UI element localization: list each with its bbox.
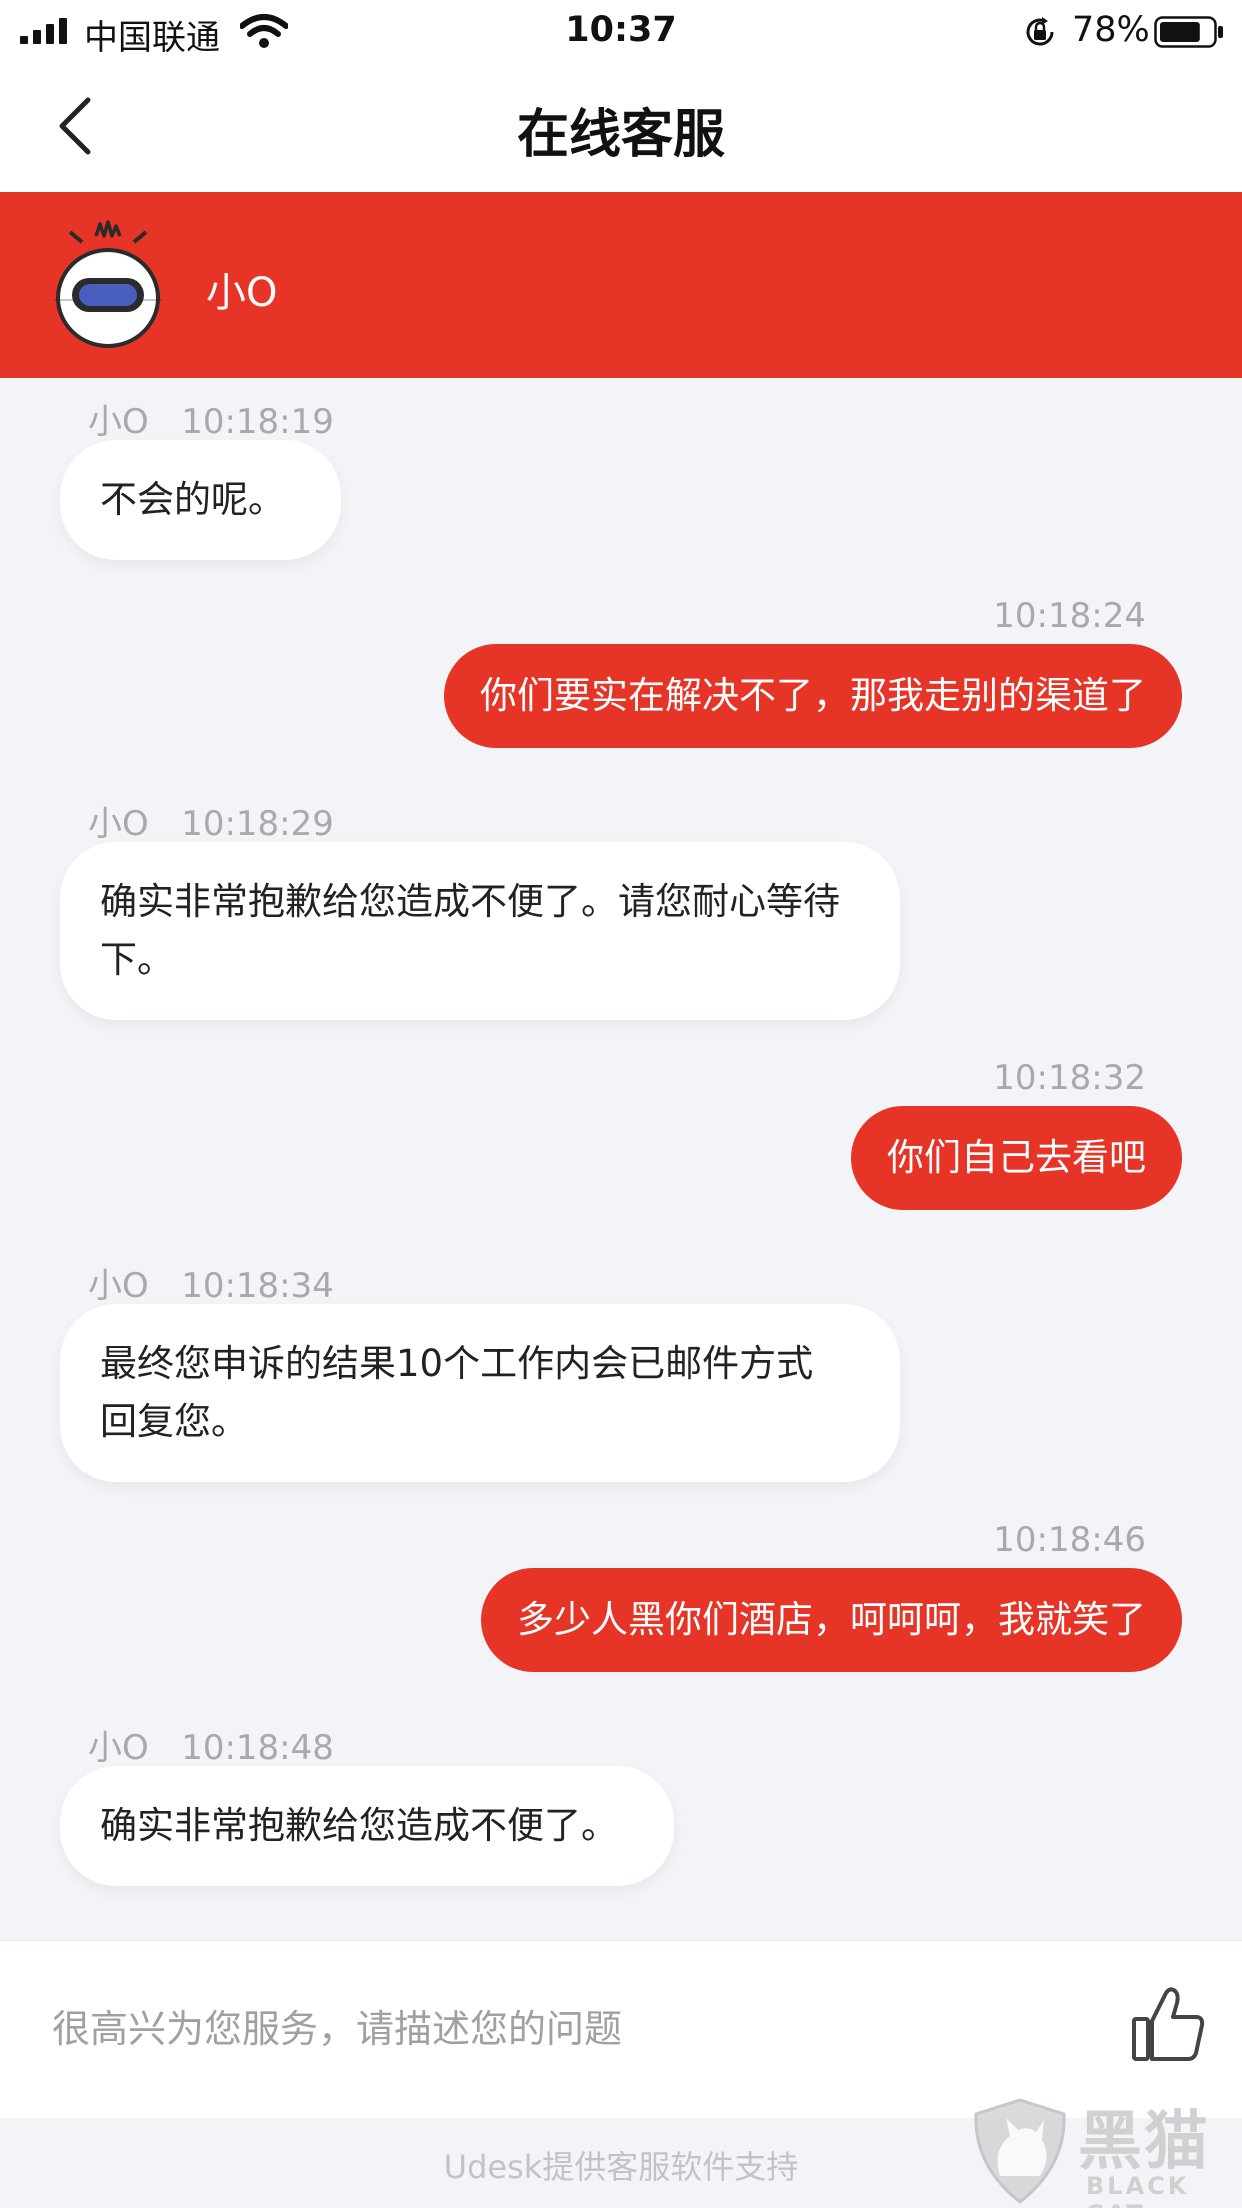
sender-name: 小O	[88, 402, 149, 442]
battery-icon	[1154, 16, 1223, 48]
agent-name: 小O	[206, 270, 278, 316]
battery-percent: 78%	[1072, 10, 1150, 50]
message-time: 10:18:46	[993, 1520, 1146, 1560]
message-time: 10:18:24	[993, 596, 1146, 636]
message-time: 10:18:19	[181, 402, 334, 442]
message-time: 10:18:48	[181, 1728, 334, 1768]
message-time: 10:18:29	[181, 804, 334, 844]
cat-shield-logo-icon	[974, 2098, 1066, 2204]
agent-banner: 小O	[0, 192, 1242, 378]
rotation-lock-icon	[1026, 17, 1054, 46]
agent-message-bubble: 确实非常抱歉给您造成不便了。	[60, 1766, 674, 1886]
message-meta: 小O 10:18:48	[88, 1720, 334, 1769]
robot-avatar-icon	[54, 220, 162, 348]
chat-message-list[interactable]: 小O 10:18:19 不会的呢。 10:18:24 你们要实在解决不了，那我走…	[0, 378, 1242, 1940]
watermark-text-en: BLACK CAT	[1086, 2172, 1190, 2208]
agent-message-bubble: 最终您申诉的结果10个工作内会已邮件方式回复您。	[60, 1304, 900, 1482]
message-meta: 小O 10:18:19	[88, 394, 334, 443]
blackcat-watermark: 黑猫 BLACK CAT	[970, 2090, 1242, 2208]
user-message-bubble: 你们自己去看吧	[851, 1106, 1182, 1210]
sender-name: 小O	[88, 1266, 149, 1306]
user-message-bubble: 你们要实在解决不了，那我走别的渠道了	[444, 644, 1182, 748]
sender-name: 小O	[88, 804, 149, 844]
message-time: 10:18:32	[993, 1058, 1146, 1098]
message-time: 10:18:34	[181, 1266, 334, 1306]
nav-bar: 在线客服	[0, 62, 1242, 192]
agent-message-bubble: 确实非常抱歉给您造成不便了。请您耐心等待下。	[60, 842, 900, 1020]
status-bar: 中国联通 10:37 78%	[0, 0, 1242, 62]
thumbs-up-icon[interactable]	[1130, 1985, 1206, 2065]
message-input[interactable]	[52, 1991, 1052, 2067]
message-meta: 小O 10:18:34	[88, 1258, 334, 1307]
sender-name: 小O	[88, 1728, 149, 1768]
page-title: 在线客服	[516, 105, 725, 165]
agent-message-bubble: 不会的呢。	[60, 440, 341, 560]
watermark-text-cn: 黑猫	[1078, 2105, 1210, 2179]
message-meta: 小O 10:18:29	[88, 796, 334, 845]
user-message-bubble: 多少人黑你们酒店，呵呵呵，我就笑了	[481, 1568, 1182, 1672]
